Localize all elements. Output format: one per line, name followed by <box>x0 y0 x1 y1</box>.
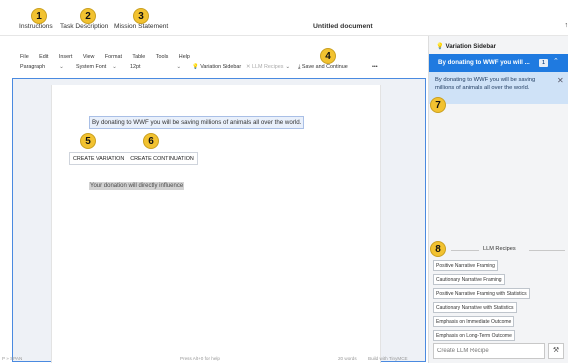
chevron-down-icon: ⌄ <box>285 64 291 70</box>
variation-count-badge: 1 <box>539 59 548 67</box>
marker-8: 8 <box>430 241 446 257</box>
variation-sidebar: 💡 Variation Sidebar By donating to WWF y… <box>428 36 568 363</box>
save-continue-label: Save and Continue <box>301 64 348 70</box>
llm-recipes-label: LLM Recipes <box>252 64 284 70</box>
variation-item-text: By donating to WWF you will be saving mi… <box>435 77 536 91</box>
document-title: Untitled document <box>313 23 373 30</box>
editor-frame: By donating to WWF you will be saving mi… <box>12 78 426 363</box>
llm-recipes-button[interactable]: ✕ LLM Recipes ⌄ <box>246 64 290 70</box>
font-size-label: 12pt <box>130 64 141 70</box>
sidebar-title-label: Variation Sidebar <box>445 43 497 50</box>
tab-task-description[interactable]: Task Description <box>60 23 108 30</box>
variation-sidebar-label: Variation Sidebar <box>200 64 242 70</box>
document-page[interactable]: By donating to WWF you will be saving mi… <box>51 85 381 363</box>
tab-instructions[interactable]: Instructions <box>19 23 53 30</box>
variation-header-text: By donating to WWF you will ... <box>438 59 530 66</box>
font-select-label: System Font <box>76 64 107 70</box>
lightbulb-icon: 💡 <box>436 43 444 50</box>
llm-recipes-label: LLM Recipes <box>481 246 518 252</box>
font-select[interactable]: System Font ⌄ <box>76 64 117 70</box>
continuation-text[interactable]: Your donation will directly influence <box>89 182 185 190</box>
chevron-down-icon: ⌄ <box>112 64 117 70</box>
create-continuation-button[interactable]: CREATE CONTINUATION <box>127 153 197 164</box>
create-recipe-button[interactable]: ⚒ <box>548 343 564 359</box>
marker-5: 5 <box>80 133 96 149</box>
recipe-long-term-outcome[interactable]: Emphasis on Long-Term Outcome <box>433 330 515 341</box>
help-hint: Press Alt+0 for help <box>180 356 220 361</box>
wand-icon: ✕ <box>246 64 251 70</box>
paragraph-select[interactable]: Paragraph ⌄ <box>20 64 64 70</box>
create-recipe-input[interactable] <box>433 343 545 359</box>
lightbulb-icon: 💡 <box>192 64 199 70</box>
element-path: P » SPAN <box>2 356 23 361</box>
more-button[interactable]: ••• <box>372 64 378 70</box>
recipe-cautionary-narrative[interactable]: Cautionary Narrative Framing <box>433 274 505 285</box>
selection-menu: CREATE VARIATION CREATE CONTINUATION <box>69 152 198 165</box>
save-continue-button[interactable]: ⤓ Save and Continue <box>298 64 348 71</box>
built-with-label: Build with TinyMCE <box>368 356 408 361</box>
variation-item[interactable]: By donating to WWF you will be saving mi… <box>429 72 568 104</box>
recipe-cautionary-statistics[interactable]: Cautionary Narrative with Statistics <box>433 302 517 313</box>
sidebar-title: 💡 Variation Sidebar <box>436 42 496 50</box>
paragraph-select-label: Paragraph <box>20 64 46 70</box>
window-edge-icon: ↑ <box>564 22 568 29</box>
selected-sentence[interactable]: By donating to WWF you will be saving mi… <box>89 116 305 129</box>
word-count: 20 words <box>338 356 357 361</box>
create-variation-button[interactable]: CREATE VARIATION <box>70 153 127 164</box>
marker-1: 1 <box>31 8 47 24</box>
recipe-positive-narrative[interactable]: Positive Narrative Framing <box>433 260 498 271</box>
recipe-immediate-outcome[interactable]: Emphasis on Immediate Outcome <box>433 316 515 327</box>
chevron-down-icon: ⌄ <box>59 64 64 70</box>
magic-wand-icon: ⚒ <box>552 347 560 354</box>
marker-7: 7 <box>430 97 446 113</box>
variation-sidebar-button[interactable]: 💡 Variation Sidebar <box>192 64 241 70</box>
editor-toolbar: Paragraph ⌄ System Font ⌄ 12pt ⌄ 💡 Variatio… <box>0 58 428 76</box>
divider <box>451 250 479 251</box>
marker-2: 2 <box>80 8 96 24</box>
download-icon: ⤓ <box>298 64 301 70</box>
status-bar: P » SPAN Press Alt+0 for help 20 words B… <box>0 356 428 363</box>
font-size-select[interactable]: 12pt ⌄ <box>130 64 181 70</box>
tab-mission-statement[interactable]: Mission Statement <box>114 23 168 30</box>
marker-3: 3 <box>133 8 149 24</box>
llm-recipes-heading: LLM Recipes <box>429 244 568 256</box>
variation-header[interactable]: By donating to WWF you will ... 1 ⌃ <box>429 54 568 72</box>
chevron-up-icon[interactable]: ⌃ <box>553 57 559 65</box>
recipe-positive-statistics[interactable]: Positive Narrative Framing with Statisti… <box>433 288 530 299</box>
divider <box>529 250 565 251</box>
marker-4: 4 <box>320 48 336 64</box>
close-icon[interactable]: ✕ <box>557 76 564 85</box>
marker-6: 6 <box>143 133 159 149</box>
chevron-down-icon: ⌄ <box>176 64 182 70</box>
editor-menubar: File Edit Insert View Format Table Tools… <box>0 45 428 60</box>
